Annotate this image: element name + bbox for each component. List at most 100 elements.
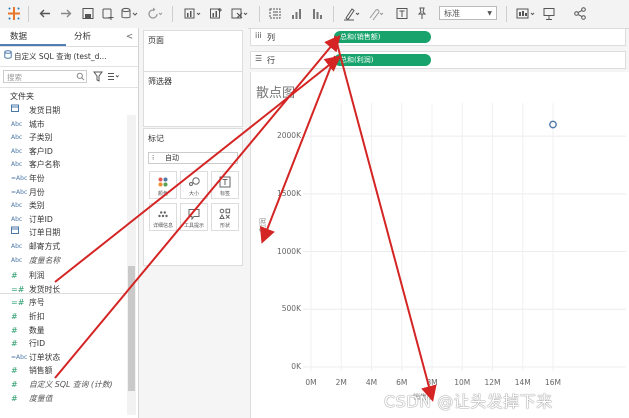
field-item[interactable]: # 利润 (0, 269, 127, 283)
field-item[interactable]: =Abc 年份 (0, 172, 127, 186)
field-item[interactable]: # 销售额 (0, 364, 127, 378)
undo-icon[interactable] (38, 6, 52, 21)
string-icon: Abc (11, 202, 23, 210)
measure-icon: =# (11, 284, 25, 294)
rows-shelf[interactable]: ☰ 行 总和(利润) (250, 51, 626, 69)
columns-pill[interactable]: 总和(销售额) (334, 31, 431, 43)
attachment-icon[interactable] (366, 6, 386, 21)
string-icon: =Abc (11, 188, 28, 196)
field-item[interactable]: Abc 子类别 (0, 131, 127, 145)
data-pane: 数据 分析 < 自定义 SQL 查询 (test_d... 搜索 文件夹 发货日… (0, 28, 139, 418)
filter-icon[interactable] (93, 71, 103, 84)
mark-type-icon: ⁝ (152, 154, 155, 162)
field-item[interactable]: Abc 客户名称 (0, 158, 127, 172)
field-item[interactable]: Abc 类别 (0, 199, 127, 213)
fit-select[interactable]: 标准 ▼ (439, 6, 497, 20)
duplicate-sheet-icon[interactable] (209, 6, 223, 21)
measure-icon: # (11, 380, 18, 389)
measure-icon: # (11, 366, 18, 376)
detail-button[interactable]: 详细信息 (149, 203, 177, 231)
field-label: 发货时长 (29, 284, 61, 294)
collapse-pane-icon[interactable]: < (126, 30, 133, 44)
toolbar-divider (28, 6, 29, 22)
field-item[interactable]: Abc 订单ID (0, 213, 127, 227)
field-item[interactable]: # 度量值 (0, 392, 127, 406)
mark-type-value: 自动 (165, 154, 179, 162)
pin-icon[interactable] (415, 6, 429, 21)
field-item[interactable]: # 数量 (0, 324, 127, 338)
datasource-item[interactable]: 自定义 SQL 查询 (test_d... (4, 50, 134, 62)
field-item[interactable]: Abc 邮寄方式 (0, 240, 127, 254)
show-me-icon[interactable] (515, 6, 537, 21)
field-item[interactable]: Abc 客户ID (0, 145, 127, 159)
field-item[interactable]: # 行ID (0, 337, 127, 351)
size-button[interactable]: 大小 (180, 171, 208, 199)
redo-icon[interactable] (59, 6, 73, 21)
toolbar-divider (333, 6, 334, 22)
measure-icon: # (11, 325, 18, 335)
marks-card-title: 标记 (148, 134, 164, 143)
field-item[interactable]: Abc 度量名称 (0, 254, 127, 268)
tab-analysis[interactable]: 分析 (74, 30, 91, 44)
size-button-label: 大小 (188, 191, 199, 197)
label-button[interactable]: 标签 (211, 171, 239, 199)
field-label: 城市 (29, 119, 45, 129)
field-item[interactable]: =Abc 订单状态 (0, 351, 127, 365)
new-sheet-icon[interactable] (183, 6, 203, 21)
color-button[interactable]: 颜色 (149, 171, 177, 199)
scrollbar-thumb[interactable] (128, 266, 135, 391)
rows-pill[interactable]: 总和(利润) (334, 54, 431, 66)
columns-shelf-label: 列 (267, 33, 275, 42)
shape-button[interactable]: 形状 (211, 203, 239, 231)
field-label: 类别 (29, 201, 45, 211)
sort-desc-icon[interactable] (311, 6, 325, 21)
mark-type-select[interactable]: ⁝ 自动 (148, 152, 238, 164)
presentation-icon[interactable] (542, 6, 556, 21)
tooltip-button-label: 工具提示 (183, 223, 204, 229)
field-label: 客户名称 (29, 160, 61, 170)
clear-sheet-icon[interactable] (230, 6, 250, 21)
watermark: CSDN @让头发掉下来 (384, 392, 553, 411)
sort-asc-icon[interactable] (290, 6, 304, 21)
datasource-icon (4, 50, 14, 62)
save-icon[interactable] (81, 6, 95, 21)
x-tick-label: 4M (365, 378, 378, 387)
label-icon (212, 176, 238, 191)
field-item[interactable]: =Abc 月份 (0, 186, 127, 200)
scatter-plot[interactable] (303, 103, 626, 371)
field-item[interactable]: =# 序号 (0, 296, 127, 310)
datasource-icon[interactable] (120, 6, 138, 21)
highlight-icon[interactable] (342, 6, 362, 21)
detail-button-label: 详细信息 (152, 223, 173, 229)
string-icon: Abc (11, 243, 23, 250)
refresh-icon[interactable] (143, 6, 163, 21)
columns-shelf[interactable]: iii 列 总和(销售额) (250, 28, 626, 46)
field-item[interactable]: Abc 城市 (0, 118, 127, 132)
field-item[interactable]: 发货日期 (0, 104, 127, 118)
field-item[interactable]: 订单日期 (0, 226, 127, 240)
detail-icon (150, 208, 176, 223)
rows-icon: ☰ (255, 54, 263, 63)
search-icon (76, 72, 85, 83)
share-icon[interactable] (573, 6, 587, 21)
tooltip-button[interactable]: 工具提示 (180, 203, 208, 231)
string-icon: Abc (11, 161, 23, 169)
new-datasource-icon[interactable] (101, 6, 115, 21)
field-item[interactable]: # 自定义 SQL 查询 (计数) (0, 378, 127, 392)
text-label-icon[interactable] (395, 6, 409, 21)
filters-card[interactable]: 筛选器 (143, 71, 243, 127)
toolbar-divider (506, 6, 507, 22)
field-item[interactable]: =# 发货时长 (0, 283, 127, 297)
list-view-icon[interactable] (107, 72, 119, 83)
marks-card[interactable]: 标记 ⁝ 自动 颜色 大小 标签 详细信息 工具提示 形状 (143, 128, 243, 266)
toolbar: 标准 ▼ (0, 0, 629, 29)
search-input[interactable]: 搜索 (3, 70, 87, 83)
field-item[interactable]: # 折扣 (0, 310, 127, 324)
tab-data[interactable]: 数据 (10, 30, 27, 44)
x-tick-label: 10M (454, 378, 471, 387)
tableau-logo-icon[interactable] (7, 6, 21, 21)
x-tick-label: 6M (396, 378, 408, 387)
swap-icon[interactable] (268, 6, 282, 21)
color-icon (150, 176, 176, 191)
chevron-down-icon: ▼ (487, 10, 492, 17)
